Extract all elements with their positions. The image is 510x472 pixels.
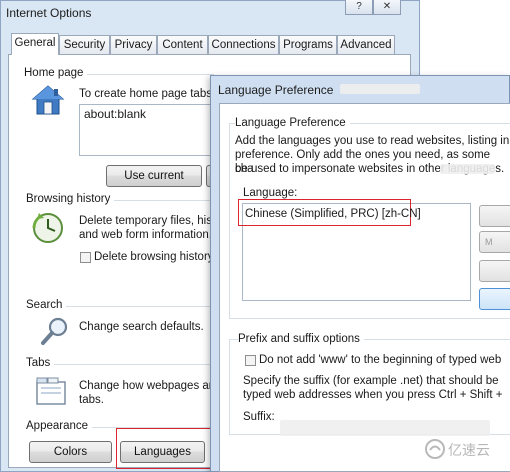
- tabs-icon: [35, 376, 69, 406]
- prefix-suffix-group-label: Prefix and suffix options: [238, 333, 364, 345]
- no-www-checkbox[interactable]: [245, 355, 256, 366]
- home-page-label: Home page: [24, 67, 88, 79]
- tab-advanced[interactable]: Advanced: [337, 35, 395, 54]
- suffix-input[interactable]: [280, 420, 490, 436]
- help-button[interactable]: ?: [345, 0, 373, 15]
- home-page-description: To create home page tabs,: [79, 88, 216, 100]
- search-label: Search: [26, 299, 67, 311]
- suffix-description-2: typed web addresses when you press Ctrl …: [243, 389, 503, 401]
- use-current-button[interactable]: Use current: [106, 165, 202, 187]
- language-preference-group-label: Language Preference: [235, 117, 350, 129]
- home-icon: [30, 84, 66, 118]
- appearance-label: Appearance: [26, 420, 93, 432]
- tab-connections[interactable]: Connections: [208, 35, 279, 54]
- move-down-button[interactable]: M: [479, 231, 510, 253]
- colors-button[interactable]: Colors: [29, 441, 112, 463]
- tabs-description-1: Change how webpages are: [79, 380, 220, 392]
- language-list-label: Language:: [243, 187, 298, 199]
- search-description: Change search defaults.: [79, 321, 204, 333]
- suffix-label: Suffix:: [243, 411, 275, 423]
- tab-privacy[interactable]: Privacy: [110, 35, 157, 54]
- tab-content[interactable]: Content: [157, 35, 208, 54]
- home-page-input[interactable]: about:blank: [79, 104, 219, 156]
- window-title: Internet Options: [6, 6, 92, 20]
- cloud-logo-icon: [424, 438, 446, 460]
- delete-history-on-exit-checkbox[interactable]: [80, 252, 91, 263]
- suffix-description-1: Specify the suffix (for example .net) th…: [243, 375, 499, 387]
- add-button[interactable]: [479, 288, 510, 310]
- move-up-button[interactable]: [479, 205, 510, 227]
- remove-button[interactable]: [479, 260, 510, 282]
- language-description-1: Add the languages you use to read websit…: [235, 135, 510, 147]
- browsing-history-label: Browsing history: [26, 193, 115, 205]
- tabs-description-2: tabs.: [79, 394, 104, 406]
- delete-history-checkbox-label: Delete browsing history: [94, 251, 214, 263]
- blurred-region: [440, 164, 495, 174]
- close-button[interactable]: ✕: [373, 0, 401, 15]
- magnifier-icon: [40, 316, 70, 346]
- tab-security[interactable]: Security: [59, 35, 110, 54]
- dialog-title: Language Preference: [218, 83, 334, 97]
- tabs-section-label: Tabs: [26, 357, 55, 369]
- no-www-checkbox-label: Do not add 'www' to the beginning of typ…: [259, 354, 502, 366]
- history-clock-icon: [31, 211, 67, 245]
- languages-button[interactable]: Languages: [120, 441, 205, 463]
- language-list-item[interactable]: Chinese (Simplified, PRC) [zh-CN]: [245, 207, 421, 221]
- watermark-brand: 亿速云: [448, 442, 490, 458]
- browsing-history-description-1: Delete temporary files, histo: [79, 215, 222, 227]
- blurred-region: [340, 84, 420, 94]
- tab-programs[interactable]: Programs: [279, 35, 337, 54]
- browsing-history-description-2: and web form information.: [79, 229, 212, 241]
- tab-general[interactable]: General: [11, 33, 59, 55]
